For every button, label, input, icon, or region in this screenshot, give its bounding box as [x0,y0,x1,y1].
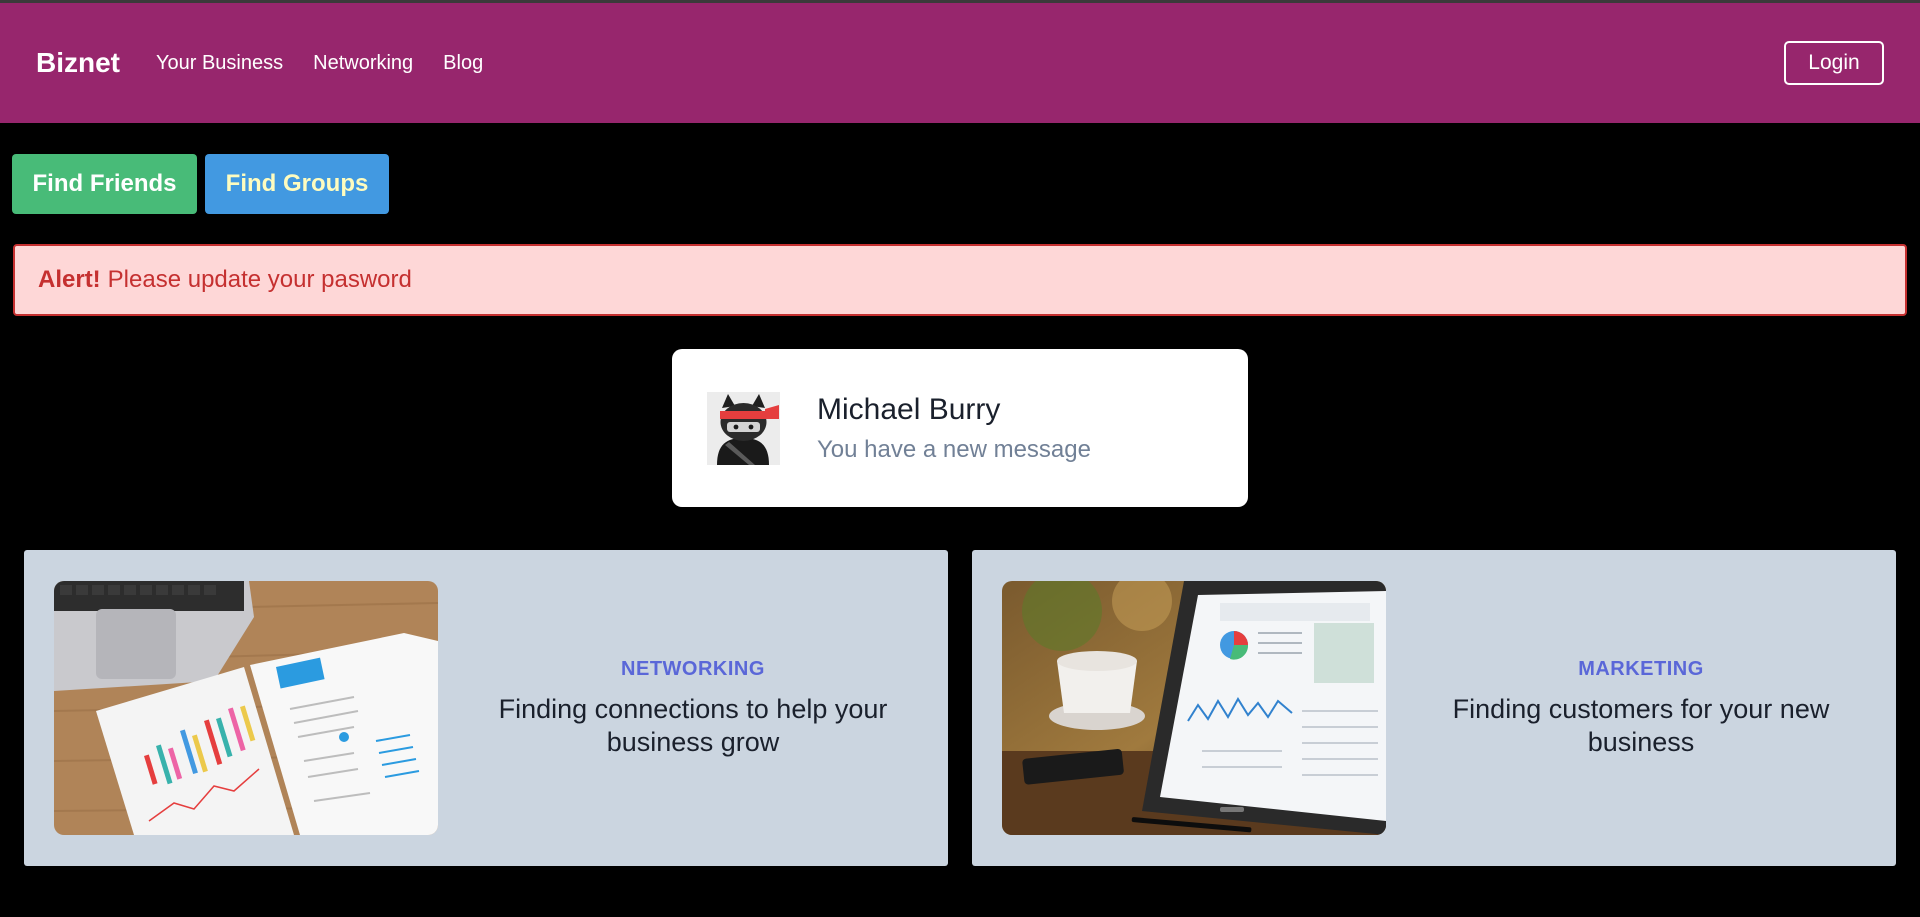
feature-category: MARKETING [1578,657,1704,680]
tablet-dashboard-photo [1002,581,1386,835]
alert-banner: Alert! Please update your pasword [13,244,1907,316]
nav-link-blog[interactable]: Blog [443,52,483,75]
notification-card[interactable]: Michael Burry You have a new message [672,349,1248,507]
profile-name: Michael Burry [817,393,1001,426]
feature-description: Finding connections to help your busines… [498,693,888,757]
profile-message: You have a new message [817,436,1091,463]
laptop-charts-photo [54,581,438,835]
find-friends-button[interactable]: Find Friends [12,154,197,214]
feature-body-networking: NETWORKING Finding connections to help y… [438,658,948,759]
alert-title: Alert! [38,266,101,293]
feature-card-marketing[interactable]: MARKETING Finding customers for your new… [972,550,1896,866]
feature-category: NETWORKING [621,657,765,680]
brand-logo[interactable]: Biznet [36,47,120,79]
feature-description: Finding customers for your new business [1452,693,1830,757]
alert-message: Please update your pasword [107,266,412,293]
action-buttons: Find Friends Find Groups [0,123,1920,214]
feature-cards: NETWORKING Finding connections to help y… [24,550,1896,866]
nav-link-your-business[interactable]: Your Business [156,52,283,75]
nav-link-networking[interactable]: Networking [313,52,413,75]
login-button[interactable]: Login [1784,41,1884,85]
find-groups-button[interactable]: Find Groups [205,154,389,214]
feature-body-marketing: MARKETING Finding customers for your new… [1386,658,1896,759]
notification-text: Michael Burry You have a new message [817,392,1091,464]
ninja-cat-icon [707,391,780,465]
feature-card-networking[interactable]: NETWORKING Finding connections to help y… [24,550,948,866]
navbar: Biznet Your Business Networking Blog Log… [0,3,1920,123]
